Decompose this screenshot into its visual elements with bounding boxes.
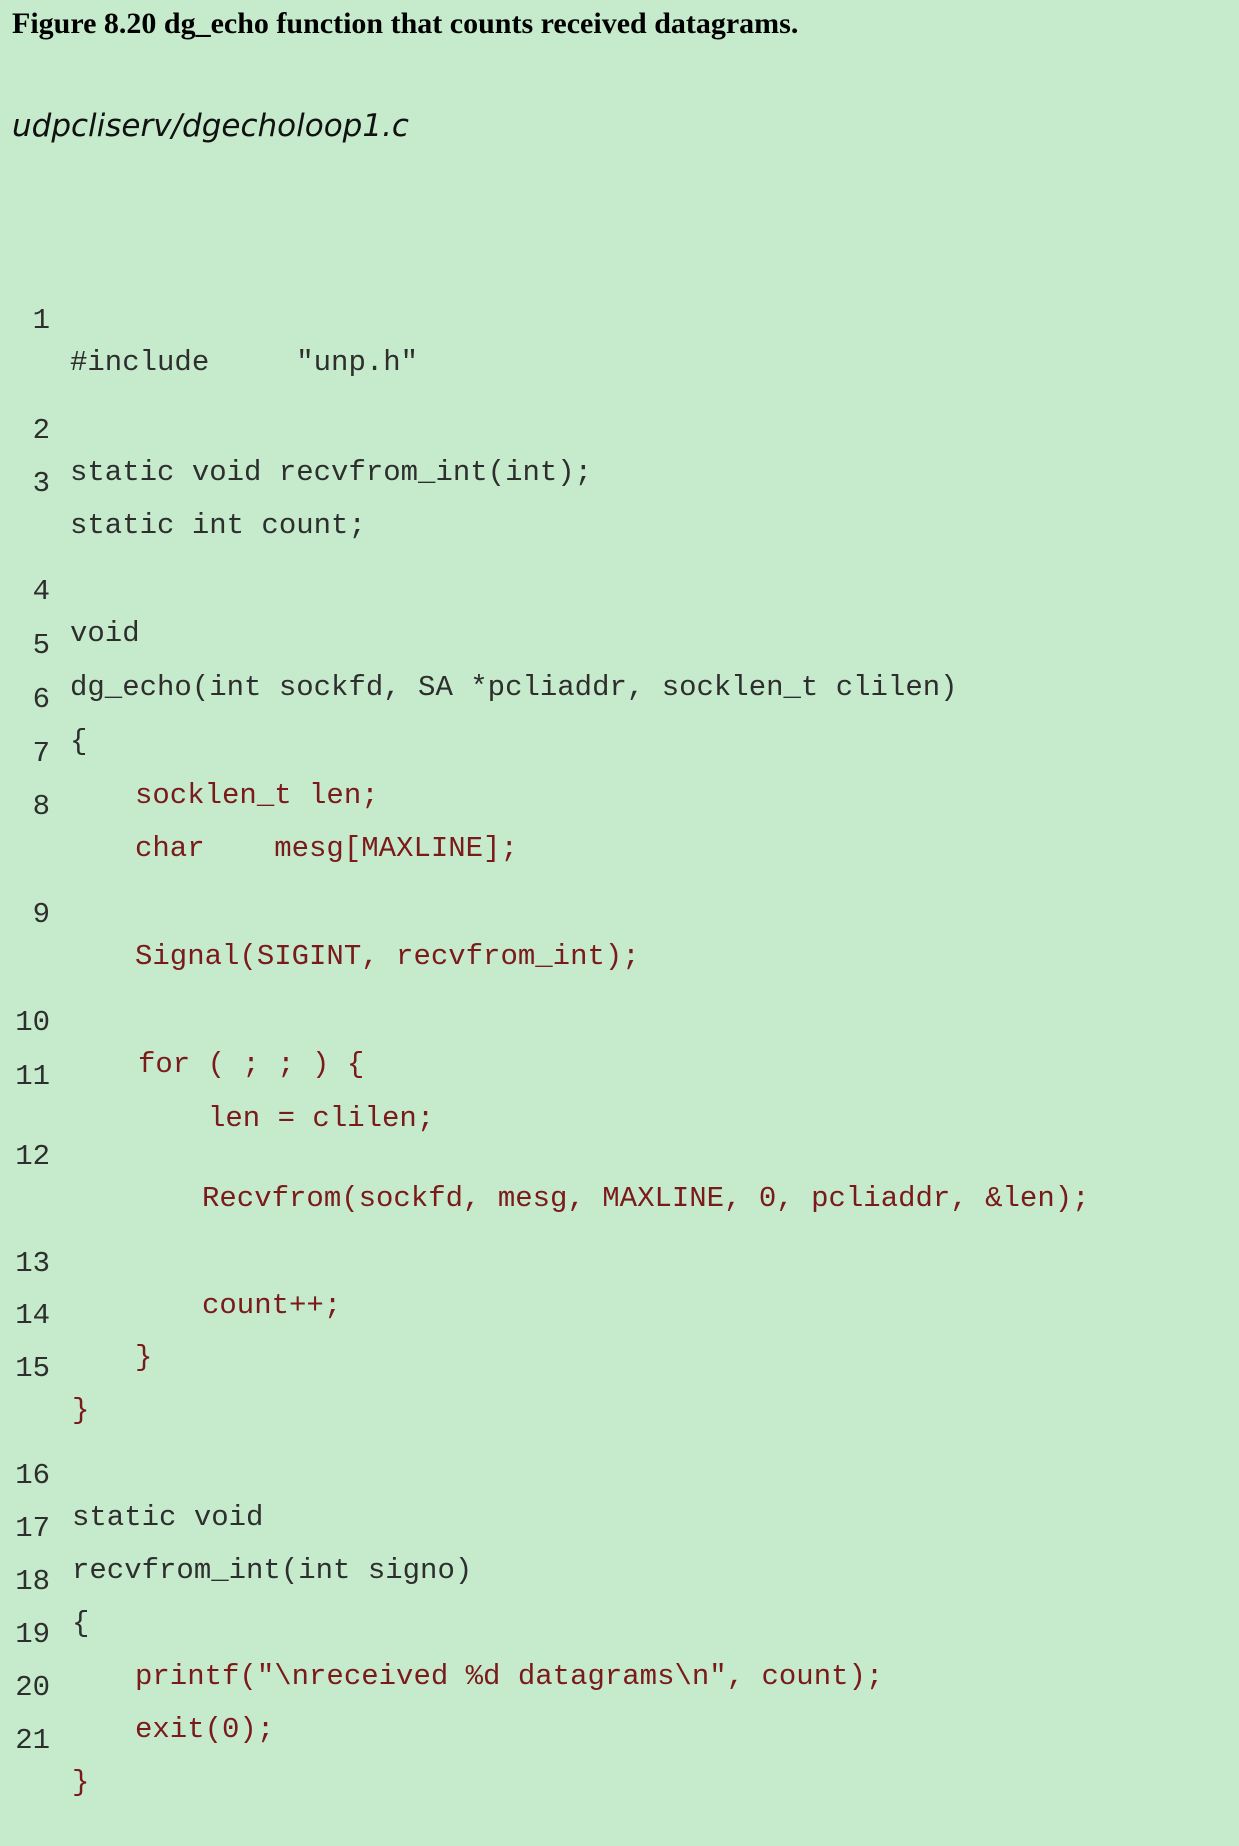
code-text: static void recvfrom_int(int); (70, 456, 593, 489)
line-number: 11 (15, 1060, 50, 1093)
code-line: 17 recvfrom_int(int signo) (0, 1466, 472, 1587)
code-line: 15 } (0, 1306, 89, 1427)
code-line: 6 { (0, 637, 88, 758)
line-number: 21 (15, 1724, 50, 1757)
code-text: dg_echo(int sockfd, SA *pcliaddr, sockle… (70, 671, 958, 704)
code-line: 16 static void (0, 1413, 263, 1534)
code-line: 18 { (0, 1519, 89, 1640)
code-line: 2 static void recvfrom_int(int); (0, 368, 593, 489)
source-filename: udpcliserv/dgecholoop1.c (12, 108, 409, 144)
code-line: 9 Signal(SIGINT, recvfrom_int); (0, 852, 640, 973)
code-text: } (72, 1394, 90, 1427)
code-line: 13 count++; (0, 1201, 341, 1322)
code-line: 1 #include "unp.h" (0, 258, 418, 379)
line-number: 15 (15, 1352, 50, 1385)
code-line: 4 void (0, 529, 140, 650)
code-line: 8 char mesg[MAXLINE]; (0, 744, 518, 865)
code-text: Signal(SIGINT, recvfrom_int); (135, 940, 640, 973)
figure-caption: Figure 8.20 dg_echo function that counts… (12, 7, 799, 40)
code-text: } (135, 1341, 153, 1374)
code-text: count++; (202, 1289, 342, 1322)
line-number: 8 (32, 790, 50, 823)
code-text: len = clilen; (208, 1102, 435, 1135)
code-line: 14 } (0, 1253, 152, 1374)
code-line: 19 printf("\nreceived %d datagrams\n", c… (0, 1572, 883, 1693)
code-line: 11 len = clilen; (0, 1014, 434, 1135)
code-text: for ( ; ; ) { (138, 1048, 365, 1081)
code-line: 10 for ( ; ; ) { (0, 960, 364, 1081)
code-text: exit(0); (135, 1713, 275, 1746)
code-line: 3 static int count; (0, 421, 366, 542)
code-text: } (72, 1766, 90, 1799)
code-text: static int count; (70, 509, 366, 542)
line-number: 1 (32, 304, 50, 337)
code-text: char mesg[MAXLINE]; (135, 832, 518, 865)
code-text: socklen_t len; (135, 779, 379, 812)
code-text: { (72, 1607, 90, 1640)
line-number: 12 (15, 1140, 50, 1173)
line-number: 9 (32, 898, 50, 931)
code-line: 12 Recvfrom(sockfd, mesg, MAXLINE, 0, pc… (0, 1094, 1089, 1215)
code-text: #include "unp.h" (70, 346, 419, 379)
line-number: 3 (32, 467, 50, 500)
code-text: static void (72, 1501, 264, 1534)
code-text: recvfrom_int(int signo) (72, 1554, 473, 1587)
code-line: 7 socklen_t len; (0, 691, 379, 812)
code-text: printf("\nreceived %d datagrams\n", coun… (135, 1660, 884, 1693)
code-text: void (70, 617, 140, 650)
code-text: Recvfrom(sockfd, mesg, MAXLINE, 0, pclia… (202, 1182, 1090, 1215)
code-line: 5 dg_echo(int sockfd, SA *pcliaddr, sock… (0, 583, 958, 704)
code-line: 21 } (0, 1678, 89, 1799)
code-line: 20 exit(0); (0, 1625, 274, 1746)
code-text: { (70, 725, 88, 758)
